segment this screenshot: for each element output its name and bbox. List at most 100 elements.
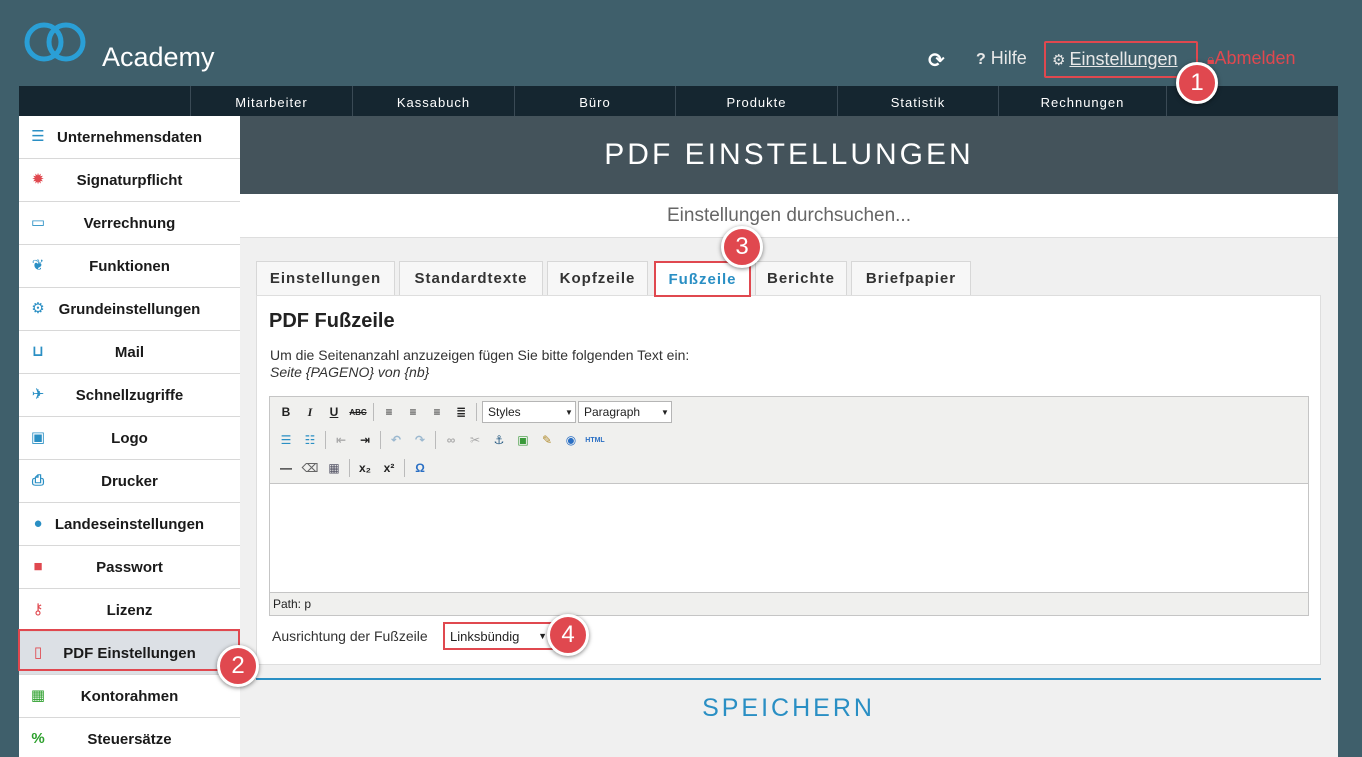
eraser-icon[interactable]: ⌫	[298, 457, 322, 479]
footer-alignment-label: Ausrichtung der Fußzeile	[272, 628, 428, 644]
align-right-icon[interactable]: ≡	[425, 401, 449, 423]
main-nav: Mitarbeiter Kassabuch Büro Produkte Stat…	[19, 86, 1338, 116]
panel-title: PDF Fußzeile	[269, 310, 395, 332]
align-left-icon[interactable]: ≡	[377, 401, 401, 423]
page-number-placeholder-text: Seite {PAGENO} von {nb}	[270, 364, 430, 380]
logout-link[interactable]: 🔒︎Abmelden	[1207, 48, 1296, 69]
help-link[interactable]: ? Hilfe	[976, 48, 1027, 69]
insert-image-icon[interactable]: ▣	[511, 429, 535, 451]
editor-path-status: Path: p	[273, 597, 312, 611]
sidebar-item-grundeinstellungen[interactable]: ⚙ Grundeinstellungen	[19, 288, 240, 331]
sidebar-item-signaturpflicht[interactable]: ✹ Signaturpflicht	[19, 159, 240, 202]
bold-icon[interactable]: B	[274, 401, 298, 423]
settings-link[interactable]: ⚙ Einstellungen	[1044, 41, 1198, 78]
sidebar-item-label: Logo	[111, 429, 148, 447]
footer-alignment-value: Linksbündig	[450, 628, 520, 644]
toolbar-separator	[349, 459, 350, 477]
chevron-down-icon: ▼	[565, 407, 573, 417]
help-label: Hilfe	[990, 48, 1027, 68]
underline-icon[interactable]: U	[322, 401, 346, 423]
styles-select[interactable]: Styles ▼	[482, 401, 576, 423]
numbered-list-icon[interactable]: ☷	[298, 429, 322, 451]
anchor-icon[interactable]: ⚓	[487, 429, 511, 451]
link-icon[interactable]: ∞	[439, 429, 463, 451]
sidebar-item-funktionen[interactable]: ❦ Funktionen	[19, 245, 240, 288]
redo-icon[interactable]: ↷	[408, 429, 432, 451]
html-source-icon[interactable]: HTML	[583, 429, 607, 451]
nav-item-kassabuch[interactable]: Kassabuch	[352, 86, 514, 116]
toolbar-separator	[380, 431, 381, 449]
tab-berichte[interactable]: Berichte	[755, 261, 847, 295]
sidebar-item-kontorahmen[interactable]: ▦ Kontorahmen	[19, 675, 240, 718]
sidebar-item-passwort[interactable]: ■ Passwort	[19, 546, 240, 589]
save-button[interactable]: SPEICHERN	[256, 690, 1321, 726]
styles-select-value: Styles	[488, 405, 521, 419]
nav-item-rechnungen[interactable]: Rechnungen	[998, 86, 1167, 116]
plane-icon: ✈	[31, 386, 45, 403]
sidebar-item-landeseinstellungen[interactable]: ● Landeseinstellungen	[19, 503, 240, 546]
tab-standardtexte[interactable]: Standardtexte	[399, 261, 543, 295]
sidebar-item-label: Passwort	[96, 558, 163, 576]
gears-icon: ⚙	[1052, 51, 1066, 69]
chevron-down-icon: ▼	[661, 407, 669, 417]
page-title: PDF EINSTELLUNGEN	[240, 116, 1338, 194]
nav-item-produkte[interactable]: Produkte	[675, 86, 837, 116]
sidebar-item-label: Verrechnung	[83, 214, 176, 232]
sidebar-item-label: Funktionen	[89, 257, 170, 275]
undo-icon[interactable]: ↶	[384, 429, 408, 451]
tab-briefpapier[interactable]: Briefpapier	[851, 261, 971, 295]
sidebar-item-verrechnung[interactable]: ▭ Verrechnung	[19, 202, 240, 245]
sidebar-item-label: Grundeinstellungen	[58, 300, 201, 318]
sidebar-item-schnellzugriffe[interactable]: ✈ Schnellzugriffe	[19, 374, 240, 417]
refresh-icon[interactable]: ⟳	[928, 48, 945, 73]
sidebar-item-lizenz[interactable]: ⚷ Lizenz	[19, 589, 240, 632]
highlight-box-pdf-einstellungen	[18, 629, 240, 671]
sidebar-item-label: Drucker	[101, 472, 158, 490]
academy-logo	[24, 22, 86, 62]
outdent-icon[interactable]: ⇤	[329, 429, 353, 451]
sidebar-item-mail[interactable]: ⊔ Mail	[19, 331, 240, 374]
bullet-list-icon[interactable]: ☰	[274, 429, 298, 451]
gears-icon: ⚙	[31, 300, 45, 317]
align-justify-icon[interactable]: ≣	[449, 401, 473, 423]
format-select[interactable]: Paragraph ▼	[578, 401, 672, 423]
sidebar-item-unternehmensdaten[interactable]: ☰ Unternehmensdaten	[19, 116, 240, 159]
instruction-text: Um die Seitenanzahl anzuzeigen fügen Sie…	[270, 347, 690, 363]
save-divider	[256, 678, 1321, 680]
format-select-value: Paragraph	[584, 405, 641, 419]
key-icon: ⚷	[32, 601, 44, 618]
sidebar-item-steuersaetze[interactable]: % Steuersätze	[19, 718, 240, 757]
indent-icon[interactable]: ⇥	[353, 429, 377, 451]
nav-item-mitarbeiter[interactable]: Mitarbeiter	[190, 86, 352, 116]
subscript-icon[interactable]: x₂	[353, 457, 377, 479]
sidebar-item-label: Unternehmensdaten	[56, 128, 203, 146]
tab-kopfzeile[interactable]: Kopfzeile	[547, 261, 648, 295]
settings-search-input[interactable]: Einstellungen durchsuchen...	[240, 194, 1338, 238]
nav-item-statistik[interactable]: Statistik	[837, 86, 998, 116]
brand-name: Academy	[102, 42, 215, 72]
footer-alignment-select[interactable]: Linksbündig ▼	[443, 622, 554, 650]
special-character-icon[interactable]: Ω	[408, 457, 432, 479]
sidebar-item-label: Mail	[114, 343, 145, 361]
strikethrough-icon[interactable]: ABC	[346, 401, 370, 423]
sidebar-item-label: Lizenz	[106, 601, 153, 619]
italic-icon[interactable]: I	[298, 401, 322, 423]
sidebar-item-logo[interactable]: ▣ Logo	[19, 417, 240, 460]
nav-item-buero[interactable]: Büro	[514, 86, 675, 116]
align-center-icon[interactable]: ≡	[401, 401, 425, 423]
sidebar-item-label: Landeseinstellungen	[54, 515, 205, 533]
question-icon: ?	[976, 51, 986, 68]
editor-text-area[interactable]	[270, 483, 1308, 593]
table-insert-icon[interactable]: ▦	[322, 457, 346, 479]
footer-settings-panel: PDF Fußzeile Um die Seitenanzahl anzuzei…	[256, 295, 1321, 665]
help-icon[interactable]: ◉	[559, 429, 583, 451]
superscript-icon[interactable]: x²	[377, 457, 401, 479]
unlink-icon[interactable]: ✂	[463, 429, 487, 451]
horizontal-rule-icon[interactable]: —	[274, 457, 298, 479]
database-icon: ☰	[31, 128, 45, 145]
sidebar-item-drucker[interactable]: ⎙ Drucker	[19, 460, 240, 503]
cleanup-brush-icon[interactable]: ✎	[535, 429, 559, 451]
tab-einstellungen[interactable]: Einstellungen	[256, 261, 395, 295]
chevron-down-icon: ▼	[538, 631, 547, 641]
toolbar-separator	[435, 431, 436, 449]
